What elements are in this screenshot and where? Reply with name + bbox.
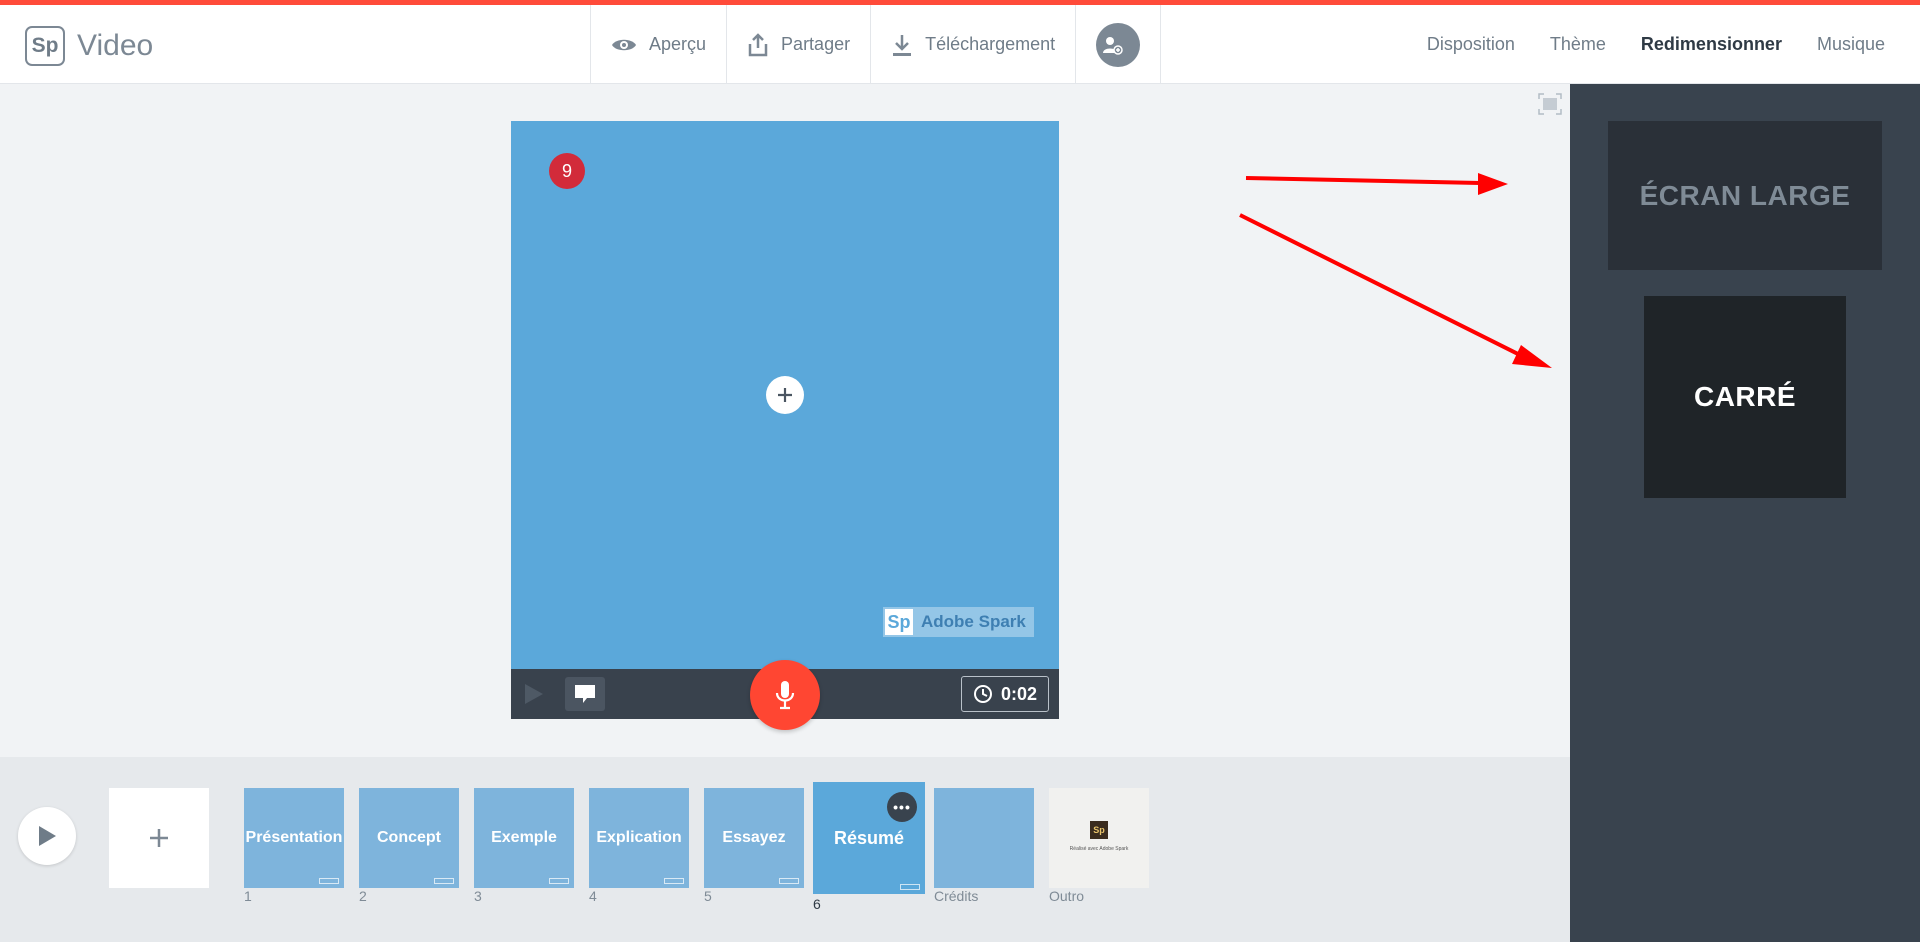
slide-number: 2 <box>359 888 367 904</box>
mini-watermark <box>319 878 339 884</box>
app-name: Video <box>77 29 154 62</box>
play-icon[interactable] <box>523 682 545 706</box>
square-option[interactable]: CARRÉ <box>1644 296 1846 498</box>
slide-timeline: Présentation 1 Concept 2 Exemple 3 Expli… <box>0 757 1570 942</box>
mini-watermark <box>900 884 920 890</box>
download-icon <box>893 34 912 56</box>
mini-watermark <box>434 878 454 884</box>
share-label: Partager <box>781 34 851 54</box>
slide-title: Concept <box>377 829 441 846</box>
spark-logo-mark: Sp <box>25 26 65 66</box>
more-options-icon[interactable]: ••• <box>887 792 917 822</box>
nav-music[interactable]: Musique <box>1817 34 1885 55</box>
resize-panel: ÉCRAN LARGE CARRÉ <box>1570 84 1920 942</box>
mini-watermark <box>664 878 684 884</box>
slide-canvas[interactable]: 9 Sp Adobe Spark <box>511 121 1059 669</box>
slide-number: 6 <box>813 896 821 912</box>
slide-number: 4 <box>589 888 597 904</box>
preview-label: Aperçu <box>649 34 707 54</box>
header-actions: Aperçu Partager Téléchargement <box>590 5 1162 84</box>
share-icon <box>748 32 768 56</box>
add-slide-button[interactable] <box>109 788 209 888</box>
slide-thumbnail[interactable]: Explication <box>589 788 689 888</box>
slide-title: Résumé <box>833 827 905 848</box>
collaborator-button[interactable] <box>1075 5 1162 84</box>
caption-button[interactable] <box>565 677 605 711</box>
right-nav: Disposition Thème Redimensionner Musique <box>1392 5 1885 84</box>
speech-bubble-icon <box>575 685 595 703</box>
add-media-button[interactable] <box>766 376 804 414</box>
add-person-icon <box>1096 22 1141 67</box>
widescreen-option[interactable]: ÉCRAN LARGE <box>1608 121 1882 270</box>
slide-duration-button[interactable]: 0:02 <box>961 676 1049 712</box>
download-button[interactable]: Téléchargement <box>870 5 1075 84</box>
app-header: Sp Video Aperçu Partager Téléchargement … <box>0 5 1920 84</box>
app-logo[interactable]: Sp Video <box>25 26 153 66</box>
nav-layout[interactable]: Disposition <box>1427 34 1515 55</box>
mini-watermark <box>779 878 799 884</box>
slide-title: Présentation <box>245 829 343 846</box>
fullscreen-icon[interactable] <box>1538 93 1562 115</box>
slide-thumbnail-active[interactable]: Résumé ••• <box>813 782 925 894</box>
slide-thumbnail[interactable]: Concept <box>359 788 459 888</box>
slide-controls: 0:02 <box>511 660 1059 730</box>
slide-number: 3 <box>474 888 482 904</box>
mini-watermark <box>549 878 569 884</box>
slide-thumbnail[interactable]: Exemple <box>474 788 574 888</box>
slide-number: 1 <box>244 888 252 904</box>
nav-resize[interactable]: Redimensionner <box>1641 34 1782 55</box>
slide-number-badge: 9 <box>549 153 585 189</box>
plus-icon <box>778 388 792 402</box>
record-voice-button[interactable] <box>750 660 820 730</box>
slide-title: Exemple <box>491 829 557 846</box>
credits-thumbnail[interactable] <box>934 788 1034 888</box>
watermark-text: Adobe Spark <box>921 612 1026 631</box>
adobe-spark-watermark: Sp Adobe Spark <box>883 607 1034 637</box>
plus-icon <box>150 829 168 847</box>
clock-icon <box>973 685 992 703</box>
play-all-button[interactable] <box>18 807 76 865</box>
outro-thumbnail[interactable]: Sp Réalisé avec Adobe Spark <box>1049 788 1149 888</box>
eye-icon <box>612 39 636 50</box>
download-label: Téléchargement <box>925 34 1056 54</box>
outro-text: Réalisé avec Adobe Spark <box>1069 846 1129 852</box>
outro-label: Outro <box>1049 888 1085 904</box>
timer-value: 0:02 <box>1000 683 1038 704</box>
preview-button[interactable]: Aperçu <box>590 5 726 84</box>
play-icon <box>39 826 56 846</box>
slide-title: Explication <box>596 829 682 846</box>
nav-theme[interactable]: Thème <box>1550 34 1606 55</box>
spark-outro-logo: Sp <box>1090 821 1108 839</box>
slide-number: 5 <box>704 888 712 904</box>
slide-thumbnail[interactable]: Essayez <box>704 788 804 888</box>
slide-title: Essayez <box>722 829 786 846</box>
share-button[interactable]: Partager <box>726 5 870 84</box>
spark-watermark-logo: Sp <box>885 609 913 635</box>
credits-label: Crédits <box>934 888 979 904</box>
slide-thumbnail[interactable]: Présentation <box>244 788 344 888</box>
microphone-icon <box>775 681 795 710</box>
